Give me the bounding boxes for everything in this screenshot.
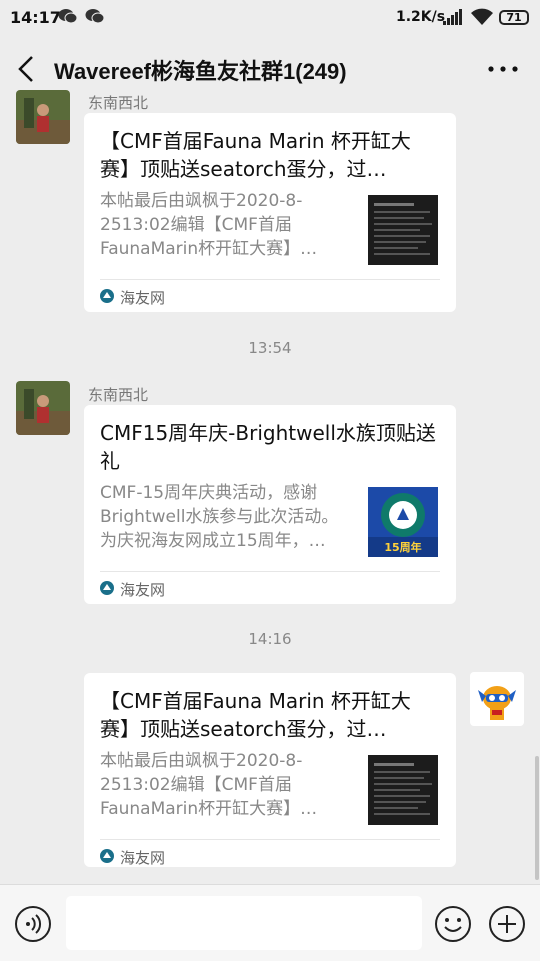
card-description: CMF-15周年庆典活动，感谢Brightwell水族参与此次活动。为庆祝海友网…: [100, 483, 339, 551]
sender-avatar[interactable]: [16, 90, 70, 144]
card-divider: [100, 571, 440, 572]
card-thumbnail: 15周年: [368, 487, 438, 557]
voice-input-icon[interactable]: [14, 905, 52, 943]
source-logo-icon: [100, 849, 114, 863]
input-bar: [0, 884, 540, 961]
card-title: 【CMF首届Fauna Marin 杯开缸大赛】顶贴送seatorch蛋分，过…: [100, 689, 411, 741]
chat-title: Wavereef彬海鱼友社群1(249): [54, 59, 347, 84]
card-source: 海友网: [120, 849, 166, 867]
status-time: 14:17: [10, 8, 61, 27]
link-card[interactable]: 【CMF首届Fauna Marin 杯开缸大赛】顶贴送seatorch蛋分，过……: [84, 113, 456, 312]
link-card[interactable]: CMF15周年庆-Brightwell水族顶贴送礼 CMF-15周年庆典活动，感…: [84, 405, 456, 604]
chat-scrollbar[interactable]: [535, 756, 539, 880]
sender-name: 东南西北: [88, 386, 149, 404]
wechat-notification-icon: [58, 9, 78, 24]
signal-icon: [443, 9, 462, 25]
card-description: 本帖最后由飒枫于2020-8-2513:02编辑【CMF首届FaunaMarin…: [100, 191, 318, 259]
card-source: 海友网: [120, 581, 166, 599]
message-timestamp: 14:16: [248, 630, 292, 648]
emoji-icon[interactable]: [434, 905, 472, 943]
more-functions-icon[interactable]: [488, 905, 526, 943]
link-card[interactable]: 【CMF首届Fauna Marin 杯开缸大赛】顶贴送seatorch蛋分，过……: [84, 673, 456, 867]
network-speed: 1.2K/s: [396, 9, 446, 25]
back-arrow-icon[interactable]: [14, 54, 42, 84]
message-timestamp: 13:54: [248, 339, 292, 357]
card-title: CMF15周年庆-Brightwell水族顶贴送礼: [100, 421, 436, 473]
card-title: 【CMF首届Fauna Marin 杯开缸大赛】顶贴送seatorch蛋分，过…: [100, 129, 411, 181]
card-divider: [100, 279, 440, 280]
wifi-icon: [471, 8, 493, 25]
sender-name: 东南西北: [88, 94, 149, 112]
self-avatar[interactable]: [470, 672, 524, 726]
wechat-notification-icon: [85, 9, 105, 24]
card-description: 本帖最后由飒枫于2020-8-2513:02编辑【CMF首届FaunaMarin…: [100, 751, 318, 819]
sender-avatar[interactable]: [16, 381, 70, 435]
status-bar: 14:17 1.2K/s 71: [0, 0, 540, 36]
source-logo-icon: [100, 289, 114, 303]
card-divider: [100, 839, 440, 840]
battery-indicator: 71: [499, 10, 529, 25]
card-thumbnail: [368, 755, 438, 825]
card-source: 海友网: [120, 289, 166, 307]
chat-header: Wavereef彬海鱼友社群1(249): [0, 36, 540, 102]
more-options-icon[interactable]: [486, 56, 520, 82]
thumbnail-label: 15周年: [384, 540, 421, 554]
source-logo-icon: [100, 581, 114, 595]
message-input[interactable]: [66, 896, 422, 950]
card-thumbnail: [368, 195, 438, 265]
